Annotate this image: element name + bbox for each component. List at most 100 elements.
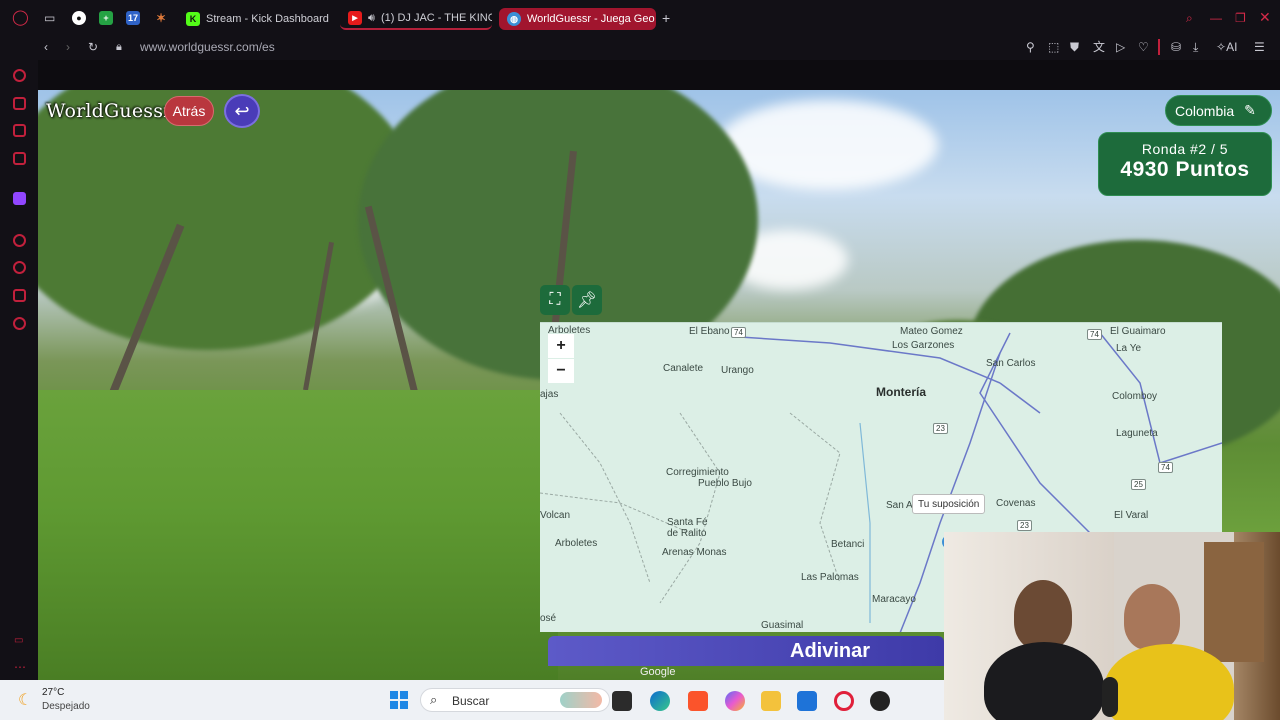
sidebar-twitch-app-icon[interactable] <box>13 192 26 205</box>
search-icon: ⌕ <box>430 692 438 707</box>
guess-button[interactable] <box>548 636 944 666</box>
sidebar-clock-icon[interactable] <box>13 261 26 274</box>
brave-icon[interactable] <box>688 691 708 711</box>
guess-tooltip: Tu suposición <box>912 494 986 514</box>
tab-youtube[interactable]: ▶ 🔊︎ (1) DJ JAC - THE KING <box>340 8 492 30</box>
tab-kick-dashboard[interactable]: K Stream - Kick Dashboard <box>178 8 338 30</box>
task-view-icon[interactable] <box>612 691 632 711</box>
points-label: 4930 Puntos <box>1120 158 1250 181</box>
route-shield: 23 <box>1017 520 1032 531</box>
toolbar-divider <box>1158 39 1160 55</box>
opera-logo-icon[interactable]: ◯ <box>12 10 29 25</box>
place-label: Las Palomas <box>801 572 859 583</box>
expand-map-icon[interactable]: ⛶ <box>540 285 570 315</box>
place-label: Maracayo <box>872 594 916 605</box>
speaker-icon[interactable]: 🔊︎ <box>368 12 375 25</box>
windows-start-icon[interactable] <box>390 691 408 709</box>
kick-icon: K <box>186 12 200 26</box>
tab-menu-icon[interactable]: ▭ <box>44 11 55 25</box>
weather-description[interactable]: Despejado <box>42 701 90 712</box>
pin-map-icon[interactable]: 📌︎ <box>572 285 602 315</box>
guess-button-label: Adivinar <box>790 640 871 662</box>
place-label: Canalete <box>663 363 704 374</box>
sidebar-extensions-icon[interactable] <box>13 289 26 302</box>
ai-label: AI <box>1226 40 1238 54</box>
moon-weather-icon[interactable]: ☾ <box>18 690 32 710</box>
place-label-city: Montería <box>876 385 927 399</box>
weather-temperature[interactable]: 27°C <box>42 687 64 698</box>
tab-worldguessr[interactable]: ◍ WorldGuessr - Juega Geo <box>499 8 656 30</box>
sidebar-messenger-icon[interactable] <box>13 152 26 165</box>
url-text[interactable]: www.worldguessr.com/es <box>140 40 275 54</box>
pinned-17-icon[interactable]: 17 <box>126 11 140 25</box>
zoom-in-button[interactable]: + <box>548 334 574 358</box>
cabinet <box>1204 542 1264 662</box>
place-label: Los Garzones <box>892 340 955 351</box>
zoom-out-button[interactable]: − <box>548 359 574 383</box>
lock-icon[interactable]: 🔒︎ <box>116 40 122 54</box>
place-label: San Carlos <box>986 358 1036 369</box>
globe-icon: ◍ <box>507 12 521 26</box>
webcam-overlay <box>944 532 1280 720</box>
sidebar-history-icon[interactable] <box>13 69 26 82</box>
back-button[interactable]: Atrás <box>164 96 214 126</box>
sidebar-more-icon[interactable]: ⋯ <box>14 660 26 674</box>
heart-icon[interactable]: ♡ <box>1138 40 1149 54</box>
place-label: Pueblo Bujo <box>698 478 752 489</box>
return-to-start-icon[interactable]: ↩ <box>224 94 260 128</box>
place-label: Urango <box>721 365 754 376</box>
place-label: Betanci <box>831 539 865 550</box>
place-label: El Ebano <box>689 326 730 337</box>
worldguessr-logo: WorldGuessr <box>46 100 173 122</box>
app-notification-icon[interactable] <box>870 691 890 711</box>
pinned-app-icon[interactable]: ✶ <box>154 11 168 25</box>
route-shield: 74 <box>731 327 746 338</box>
ai-icon[interactable]: ✧AI <box>1216 40 1237 54</box>
reload-icon[interactable]: ↻ <box>88 40 98 54</box>
streamer-left-body <box>984 642 1104 720</box>
screen: ◯ ▭ ● + 17 ✶ K Stream - Kick Dashboard ▶… <box>0 0 1280 720</box>
search-tabs-icon[interactable]: ⌕ <box>1186 11 1193 25</box>
copilot-icon[interactable] <box>725 691 745 711</box>
opera-gx-icon[interactable] <box>834 691 854 711</box>
streamer-left-head <box>1014 580 1072 650</box>
place-label: Colomboy <box>1112 391 1158 402</box>
place-label: osé <box>540 613 557 624</box>
pinned-add-icon[interactable]: + <box>99 11 113 25</box>
edge-icon[interactable] <box>650 691 670 711</box>
place-label: La Ye <box>1116 343 1142 354</box>
translate-icon[interactable]: 文 <box>1093 40 1105 54</box>
close-window-icon[interactable]: ✕ <box>1259 10 1271 24</box>
place-label: Arenas Monas <box>662 547 727 558</box>
sidebar-gx-icon[interactable]: ▭ <box>14 634 23 648</box>
sidebar-aria-icon[interactable] <box>13 97 26 110</box>
sidebar-player-icon[interactable] <box>13 234 26 247</box>
tab-label: (1) DJ JAC - THE KING <box>380 12 492 24</box>
screenshot-icon[interactable]: ⬚ <box>1048 40 1059 54</box>
score-panel: Ronda #2 / 5 4930 Puntos <box>1098 132 1272 196</box>
file-explorer-icon[interactable] <box>761 691 781 711</box>
place-label: San A <box>886 500 913 511</box>
country-selector-button[interactable]: Colombia ✎ <box>1165 95 1272 126</box>
search-highlight-icon <box>560 692 602 708</box>
download-icon[interactable]: ⤓ <box>1193 40 1198 54</box>
pencil-icon: ✎ <box>1244 102 1256 118</box>
route-shield: 74 <box>1158 462 1173 473</box>
streamer-right-head <box>1124 584 1180 650</box>
menu-icon[interactable]: ☰ <box>1254 40 1265 54</box>
new-tab-button[interactable]: + <box>662 11 670 25</box>
wallet-icon[interactable]: ⛁ <box>1171 40 1181 54</box>
minimize-icon[interactable]: — <box>1210 11 1222 25</box>
pin-icon[interactable]: ⚲ <box>1026 40 1035 54</box>
sidebar-twitch-icon[interactable] <box>13 124 26 137</box>
play-icon[interactable]: ▷ <box>1116 40 1125 54</box>
outlook-icon[interactable] <box>797 691 817 711</box>
back-icon[interactable]: ‹ <box>44 40 48 54</box>
restore-icon[interactable]: ❐ <box>1235 11 1246 25</box>
shield-icon[interactable]: ⛊ <box>1070 40 1079 54</box>
pinned-tab-icon[interactable]: ● <box>72 11 86 25</box>
place-label: Arboletes <box>555 538 598 549</box>
forward-icon[interactable]: › <box>66 40 70 54</box>
place-label: Guasimal <box>761 620 804 631</box>
sidebar-settings-icon[interactable] <box>13 317 26 330</box>
